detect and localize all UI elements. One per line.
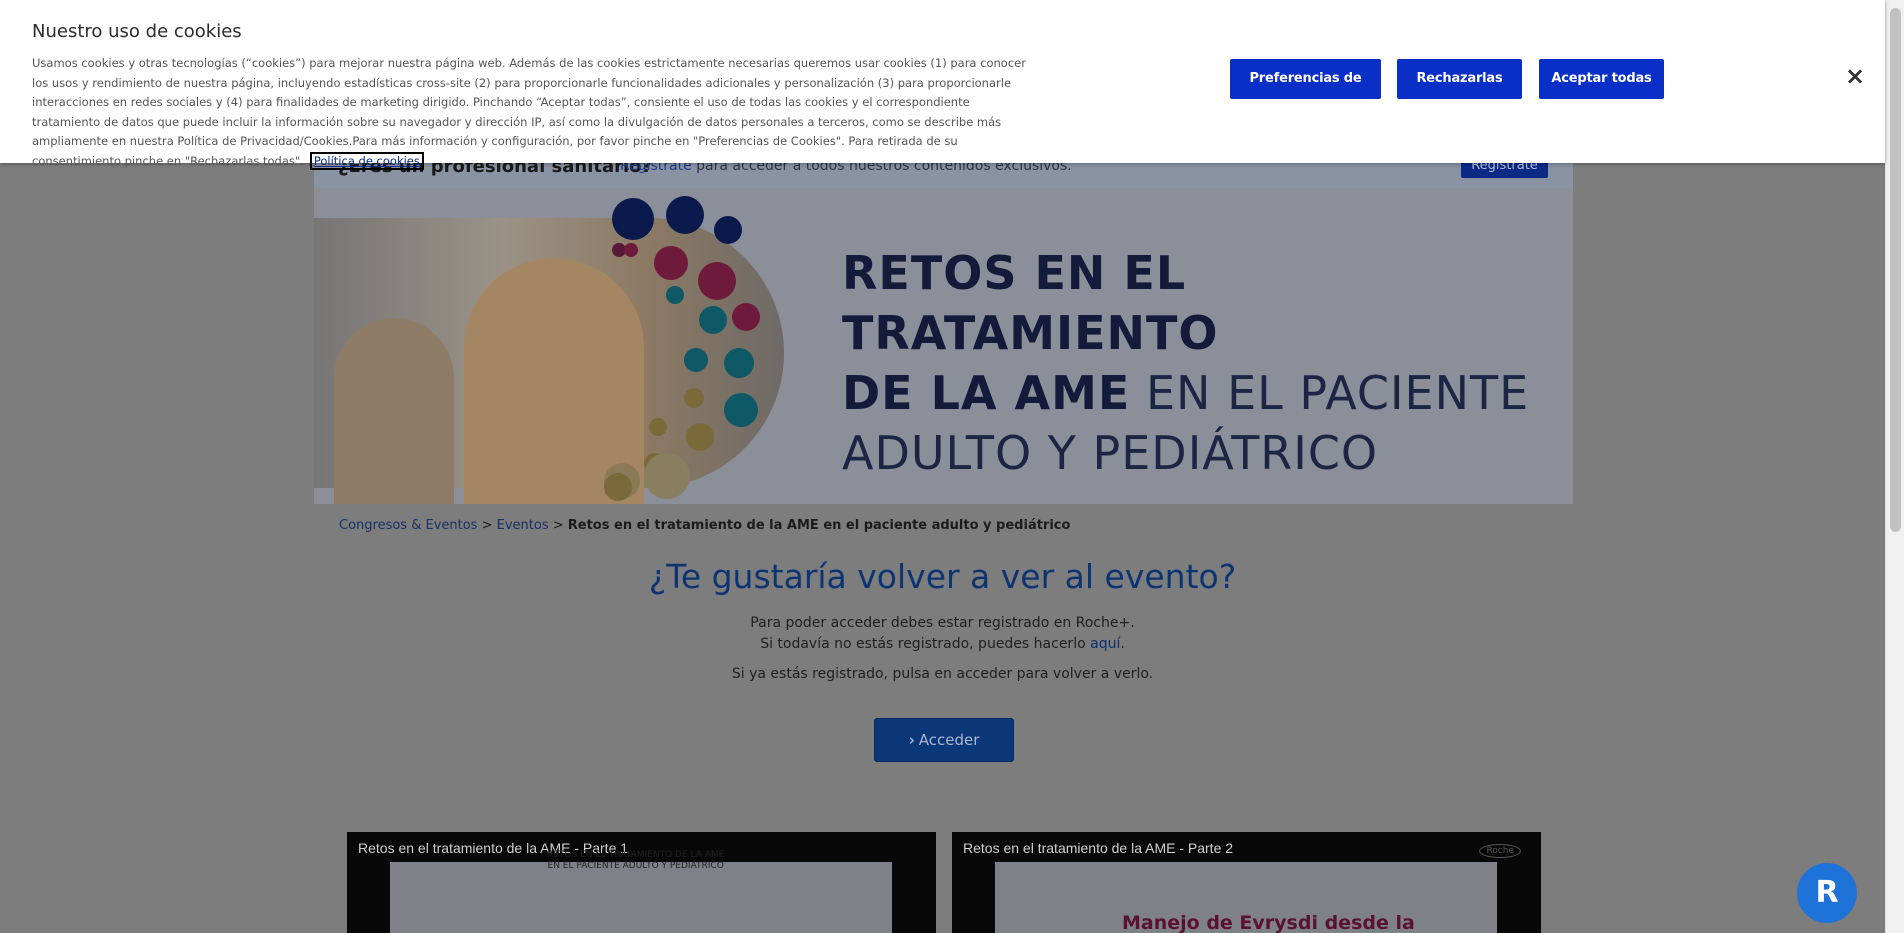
cookie-preferences-button[interactable]: Preferencias de cookies — [1230, 59, 1381, 126]
decor-dot — [649, 418, 667, 436]
close-icon[interactable]: × — [1845, 64, 1865, 88]
roche-logo: Roche — [1479, 844, 1521, 858]
breadcrumb: Congresos & Eventos > Eventos > Retos en… — [339, 518, 1071, 533]
event-banner: RETOS EN EL TRATAMIENTO DE LA AME EN EL … — [314, 188, 1573, 504]
decor-dot — [732, 303, 760, 331]
access-info: Si ya estás registrado, pulsa en acceder… — [731, 666, 1154, 682]
cookie-body: Usamos cookies y otras tecnologías (“coo… — [32, 56, 1026, 170]
decor-dot — [612, 198, 654, 240]
decor-dot — [604, 473, 632, 501]
decor-dot — [644, 453, 690, 499]
roche-plus-icon[interactable]: R — [1797, 863, 1857, 923]
access-button[interactable]: › Acceder — [874, 718, 1014, 762]
video-player-1[interactable]: Retos en el tratamiento de la AME - Part… — [347, 832, 936, 933]
breadcrumb-congresos[interactable]: Congresos & Eventos — [339, 518, 477, 533]
decor-dot — [686, 423, 714, 451]
register-info: Para poder acceder debes estar registrad… — [750, 615, 1135, 652]
video-overlay-text: RETOS EN EL TRATAMIENTO DE LA AME EN EL … — [547, 850, 725, 871]
decor-dot — [724, 393, 758, 427]
banner-headline: RETOS EN EL TRATAMIENTO DE LA AME EN EL … — [842, 246, 1530, 480]
cookie-title: Nuestro uso de cookies — [32, 21, 242, 42]
decor-dot — [684, 348, 708, 372]
register-here-link[interactable]: aquí — [1090, 636, 1120, 652]
breadcrumb-current: Retos en el tratamiento de la AME en el … — [567, 518, 1071, 533]
decor-dot — [684, 388, 704, 408]
decor-dot — [666, 286, 684, 304]
decor-dot — [724, 348, 754, 378]
banner-photo — [314, 218, 784, 504]
scrollbar-thumb[interactable] — [1890, 8, 1901, 532]
video-slide-text: Manejo de Evrysdi desde la — [1122, 912, 1415, 933]
breadcrumb-eventos[interactable]: Eventos — [497, 518, 549, 533]
chevron-right-icon: › — [908, 731, 915, 749]
reject-all-button[interactable]: Rechazarlas todas — [1397, 59, 1522, 126]
video-player-2[interactable]: Retos en el tratamiento de la AME - Part… — [952, 832, 1541, 933]
decor-dot — [714, 216, 742, 244]
video-title[interactable]: Retos en el tratamiento de la AME - Part… — [963, 840, 1233, 856]
decor-dot — [654, 246, 688, 280]
banner-child — [334, 318, 454, 504]
decor-dot — [624, 243, 638, 257]
video-screen — [390, 862, 892, 933]
cookie-policy-link[interactable]: Política de cookies — [309, 151, 424, 170]
scrollbar[interactable] — [1885, 0, 1904, 933]
decor-dot — [698, 262, 736, 300]
decor-dot — [666, 196, 704, 234]
accept-all-button[interactable]: Aceptar todas — [1539, 59, 1664, 99]
cookie-banner: Nuestro uso de cookies Usamos cookies y … — [0, 0, 1885, 170]
decor-dot — [699, 306, 727, 334]
page-title: ¿Te gustaría volver a ver al evento? — [648, 557, 1237, 596]
